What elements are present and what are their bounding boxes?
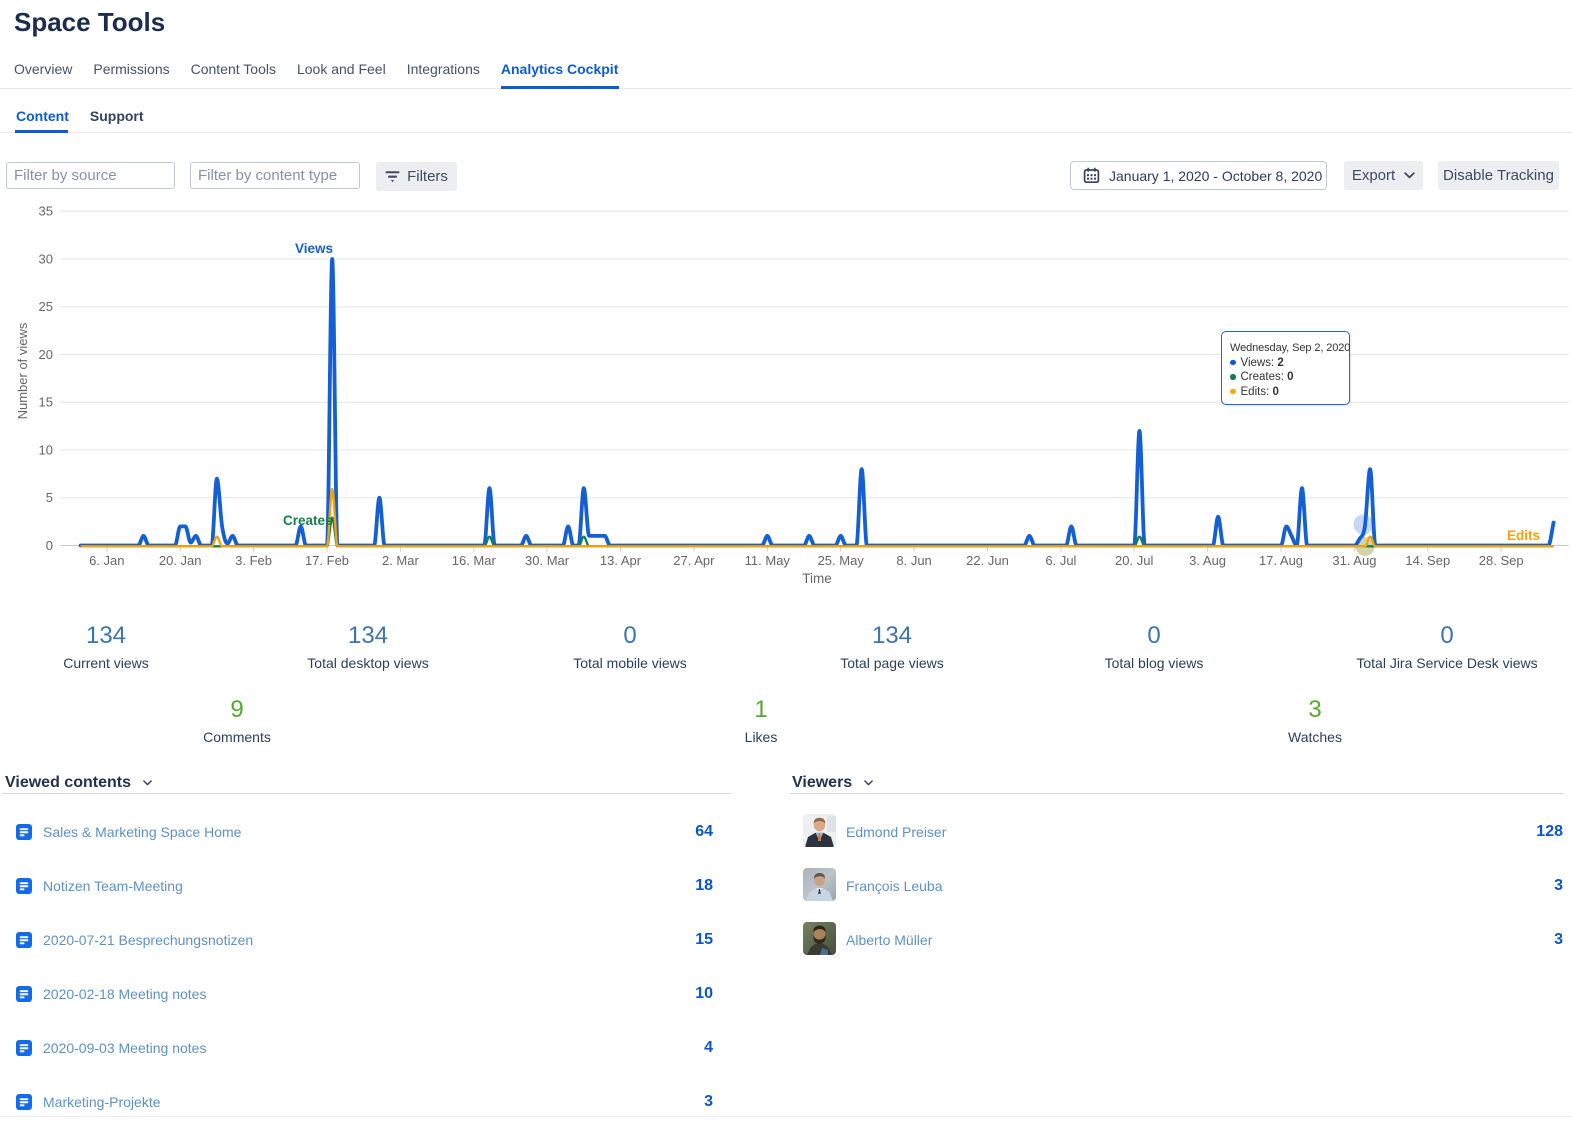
svg-text:6. Jan: 6. Jan (89, 553, 124, 568)
svg-text:27. Apr: 27. Apr (673, 553, 715, 568)
svg-text:11. May: 11. May (745, 553, 791, 568)
svg-text:25: 25 (39, 299, 53, 314)
svg-text:Number of views: Number of views (15, 322, 30, 419)
svg-text:25. May: 25. May (818, 553, 865, 568)
svg-text:8. Jun: 8. Jun (896, 553, 931, 568)
svg-text:Views: Views (295, 241, 333, 256)
svg-text:3. Aug: 3. Aug (1189, 553, 1226, 568)
svg-text:30. Mar: 30. Mar (525, 553, 570, 568)
svg-text:17. Feb: 17. Feb (305, 553, 349, 568)
svg-text:2. Mar: 2. Mar (382, 553, 420, 568)
svg-text:20: 20 (39, 347, 53, 362)
svg-text:Creates: Creates (283, 513, 333, 528)
svg-text:30: 30 (39, 252, 53, 267)
svg-text:3. Feb: 3. Feb (235, 553, 272, 568)
svg-text:22. Jun: 22. Jun (966, 553, 1009, 568)
svg-text:13. Apr: 13. Apr (600, 553, 642, 568)
svg-text:15: 15 (39, 395, 53, 410)
svg-text:20. Jul: 20. Jul (1115, 553, 1153, 568)
svg-text:31. Aug: 31. Aug (1332, 553, 1376, 568)
svg-text:20. Jan: 20. Jan (159, 553, 202, 568)
svg-text:16. Mar: 16. Mar (452, 553, 497, 568)
svg-text:35: 35 (39, 204, 53, 219)
svg-text:Time: Time (802, 571, 832, 586)
svg-text:17. Aug: 17. Aug (1259, 553, 1303, 568)
svg-text:5: 5 (46, 490, 53, 505)
svg-text:0: 0 (46, 538, 53, 553)
svg-text:6. Jul: 6. Jul (1045, 553, 1076, 568)
svg-text:Edits: Edits (1507, 528, 1540, 543)
svg-text:28. Sep: 28. Sep (1479, 553, 1524, 568)
svg-text:10: 10 (39, 443, 53, 458)
svg-text:14. Sep: 14. Sep (1405, 553, 1450, 568)
